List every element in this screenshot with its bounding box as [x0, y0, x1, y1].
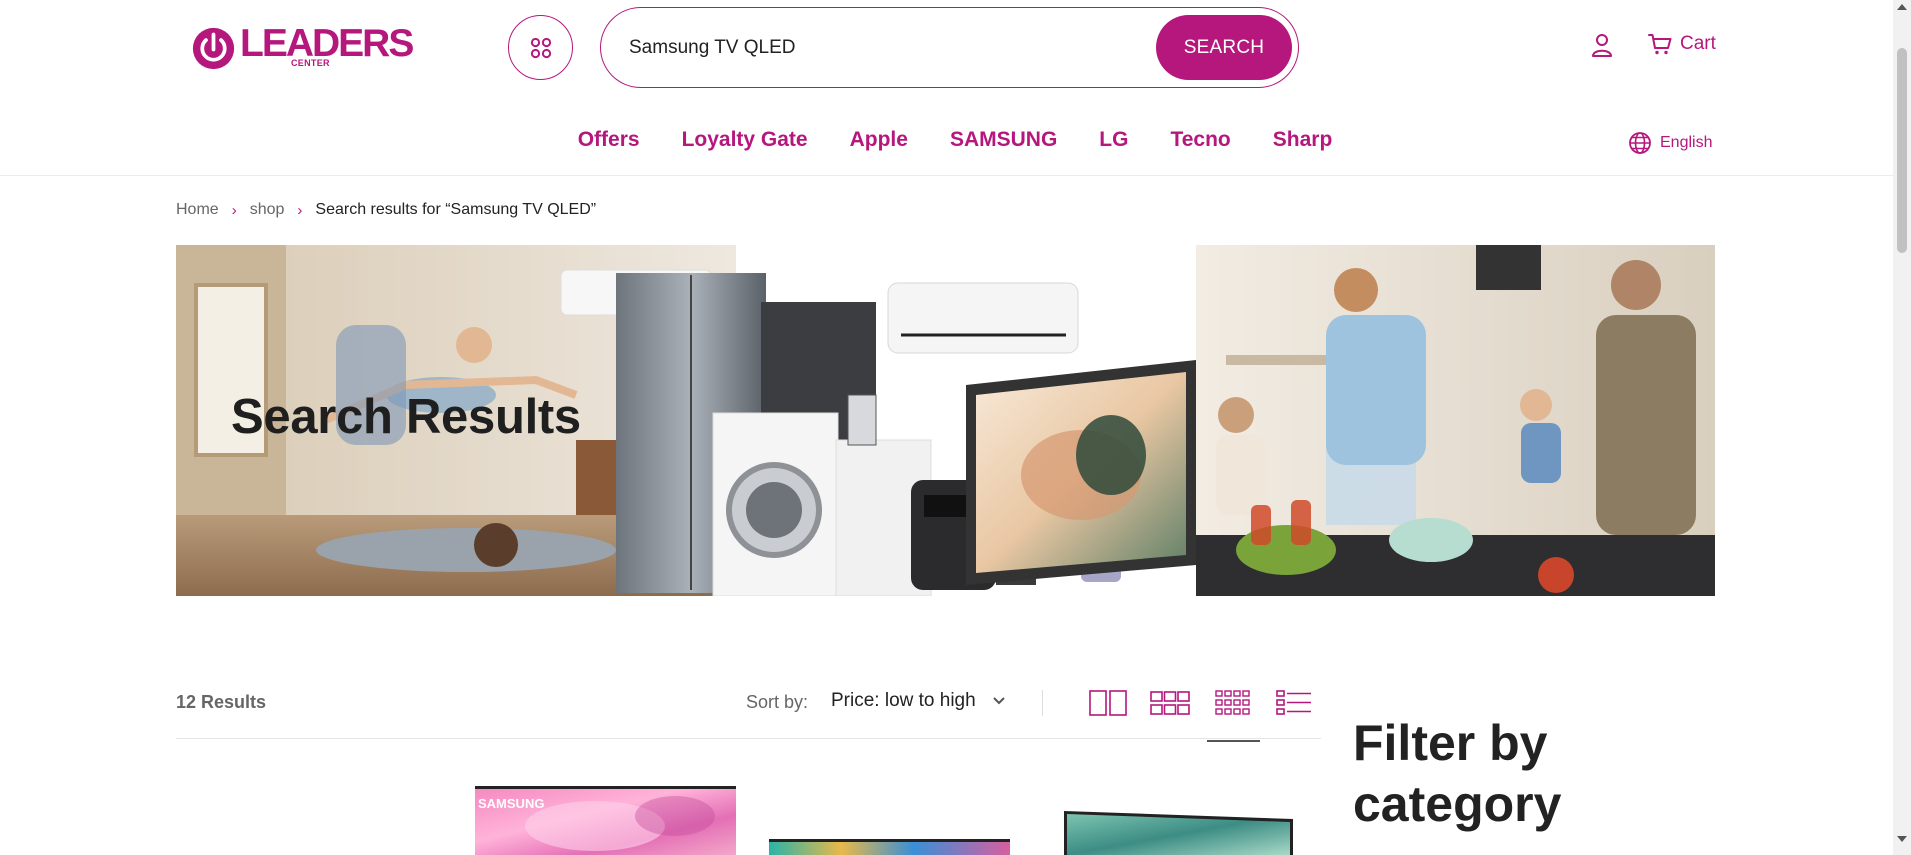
- nav-item-lg[interactable]: LG: [1099, 128, 1128, 152]
- site-header: LEADERS CENTER SEARCH Cart Offers Loyalt…: [0, 0, 1893, 176]
- page-scrollbar[interactable]: [1893, 0, 1911, 855]
- user-icon[interactable]: [1590, 32, 1614, 58]
- grid-4-columns-icon: [1215, 690, 1250, 715]
- product-card-image[interactable]: [769, 839, 1010, 855]
- svg-text:SAMSUNG: SAMSUNG: [478, 796, 544, 811]
- chevron-right-icon: ›: [297, 201, 303, 219]
- grid-2-columns-button[interactable]: [1087, 683, 1129, 723]
- nav-item-sharp[interactable]: Sharp: [1273, 128, 1333, 152]
- sort-value: Price: low to high: [831, 690, 976, 711]
- cart-icon: [1648, 34, 1672, 55]
- hero-title: Search Results: [231, 390, 581, 444]
- categories-menu-button[interactable]: [508, 15, 573, 80]
- tv-thumbnail: [1064, 811, 1293, 855]
- tv-thumbnail: [769, 839, 1010, 855]
- grid-2-columns-icon: [1089, 690, 1127, 716]
- chevron-down-icon: [992, 697, 1005, 705]
- breadcrumb-current: Search results for “Samsung TV QLED”: [315, 201, 597, 218]
- scrollbar-thumb[interactable]: [1897, 48, 1907, 253]
- search-button[interactable]: SEARCH: [1156, 15, 1292, 80]
- filter-by-category-heading: Filter by category: [1353, 715, 1562, 832]
- nav-item-samsung[interactable]: SAMSUNG: [950, 128, 1057, 152]
- grid-3-columns-icon: [1150, 691, 1190, 715]
- list-view-button[interactable]: [1273, 683, 1315, 723]
- language-label: English: [1660, 134, 1713, 151]
- power-icon: [192, 27, 235, 70]
- breadcrumb: Home › shop › Search results for “Samsun…: [176, 201, 596, 219]
- hero-banner: Search Results: [176, 245, 1715, 596]
- language-switcher[interactable]: English: [1628, 131, 1712, 155]
- sort-dropdown[interactable]: Price: low to high: [831, 690, 1006, 712]
- grid-3-columns-button[interactable]: [1149, 683, 1191, 723]
- cart-link[interactable]: Cart: [1648, 32, 1716, 56]
- breadcrumb-home[interactable]: Home: [176, 201, 219, 219]
- scroll-up-arrow-icon[interactable]: [1897, 4, 1907, 10]
- results-count: 12 Results: [176, 692, 267, 712]
- globe-icon: [1629, 132, 1651, 154]
- main-nav: Offers Loyalty Gate Apple SAMSUNG LG Tec…: [0, 128, 1893, 152]
- scroll-down-arrow-icon[interactable]: [1897, 836, 1907, 842]
- leaders-logo[interactable]: LEADERS CENTER: [191, 24, 414, 72]
- nav-item-offers[interactable]: Offers: [578, 128, 640, 152]
- search-input[interactable]: [629, 30, 1129, 66]
- active-view-indicator: [1207, 740, 1260, 742]
- samsung-tv-thumbnail: SAMSUNG: [475, 786, 736, 855]
- grid-dots-icon: [530, 37, 551, 58]
- toolbar-divider: [1042, 690, 1043, 716]
- search-bar: SEARCH: [600, 7, 1299, 88]
- chevron-right-icon: ›: [231, 201, 237, 219]
- toolbar-divider-line: [176, 738, 1321, 739]
- sort-label: Sort by:: [746, 692, 809, 712]
- product-card-image[interactable]: [1062, 809, 1295, 855]
- product-card-image[interactable]: SAMSUNG: [475, 786, 736, 855]
- cart-label: Cart: [1680, 33, 1716, 54]
- grid-4-columns-button[interactable]: [1212, 683, 1254, 723]
- nav-item-apple[interactable]: Apple: [850, 128, 908, 152]
- nav-item-tecno[interactable]: Tecno: [1170, 128, 1230, 152]
- nav-item-loyalty-gate[interactable]: Loyalty Gate: [682, 128, 808, 152]
- breadcrumb-shop[interactable]: shop: [250, 201, 285, 219]
- list-view-icon: [1276, 690, 1311, 715]
